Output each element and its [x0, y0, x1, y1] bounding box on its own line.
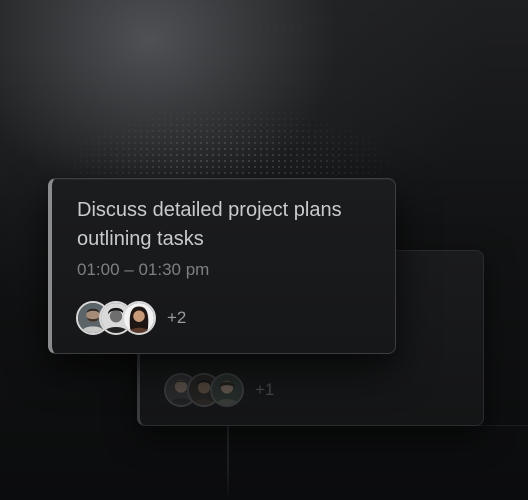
- extra-attendees-count: +2: [167, 308, 187, 327]
- event-card[interactable]: Discuss detailed project plans outlining…: [48, 178, 396, 354]
- extra-attendees-count: +1: [255, 380, 275, 399]
- event-time: 01:00 – 01:30 pm: [77, 260, 210, 279]
- avatar[interactable]: [210, 373, 244, 407]
- attendee-list[interactable]: +1: [164, 373, 274, 407]
- avatar[interactable]: [122, 301, 156, 335]
- attendee-list[interactable]: +2: [76, 301, 186, 335]
- timeline-connector: [227, 420, 229, 500]
- calendar-scene: +1 Discuss detailed project plans outlin…: [0, 0, 528, 500]
- event-title: Discuss detailed project plans outlining…: [77, 199, 342, 250]
